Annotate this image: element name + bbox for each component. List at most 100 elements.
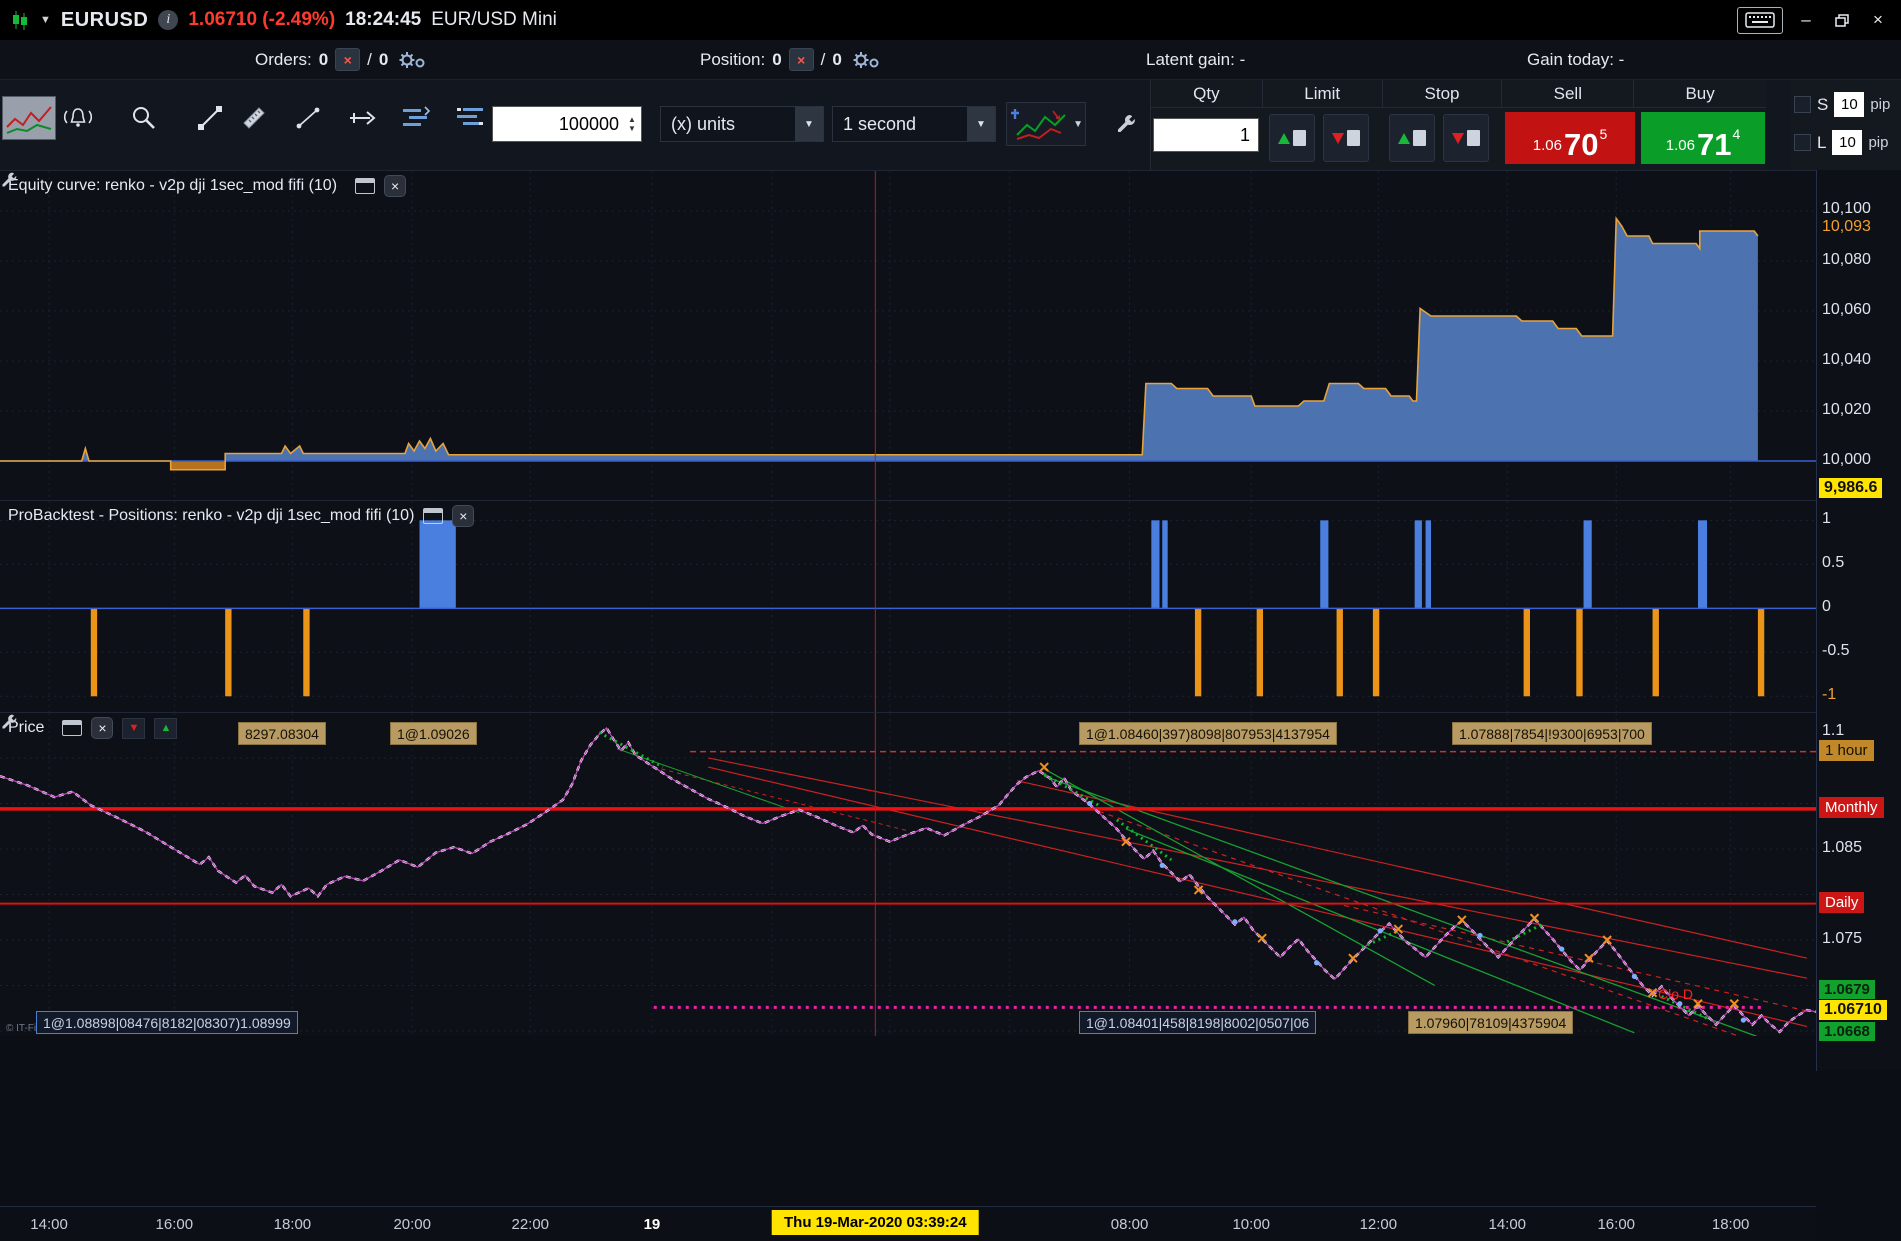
trade-label-badge: 1.07888|7854|!9300|6953|700 xyxy=(1452,722,1652,745)
instrument-candles-icon[interactable] xyxy=(10,9,30,31)
position-settings-gears-icon[interactable] xyxy=(849,48,883,72)
orders-label: Orders: xyxy=(255,49,312,69)
time-label: 18:00 xyxy=(273,1216,312,1233)
toolbar: ▲▼ (x) units ▼ 1 second ▼ ▼ xyxy=(0,80,1901,170)
time-label: 16:00 xyxy=(155,1216,194,1233)
quantity-stepper[interactable]: ▲ ▼ xyxy=(623,107,641,141)
svg-text:Clo D: Clo D xyxy=(1658,986,1693,1002)
position-count: 0 xyxy=(772,49,782,69)
stop-sell-button[interactable] xyxy=(1443,114,1489,162)
minimize-button[interactable]: – xyxy=(1793,9,1819,31)
trade-panel: Qty Limit Stop Sell Buy 1.06705 xyxy=(1150,80,1766,170)
stop-header: Stop xyxy=(1383,80,1503,107)
gain-today-text: Gain today: - xyxy=(1527,49,1625,69)
stop-buy-button[interactable] xyxy=(1389,114,1435,162)
axis-label: 10,020 xyxy=(1822,401,1871,418)
price-close-icon[interactable]: × xyxy=(91,717,114,739)
positions-close-icon[interactable]: × xyxy=(452,505,475,527)
positions-panel-header: ProBacktest - Positions: renko - v2p dji… xyxy=(0,501,475,531)
time-label: 10:00 xyxy=(1232,1216,1270,1233)
stop-order-buttons xyxy=(1389,114,1489,162)
trade-label-badge: 1@1.08898|08476|8182|08307)1.08999 xyxy=(36,1011,298,1034)
price-chart[interactable]: Clo D xyxy=(0,713,1816,1036)
limit-order-buttons xyxy=(1269,114,1369,162)
trade-label-badge: 1@1.09026 xyxy=(390,722,477,745)
units-dropdown[interactable]: (x) units ▼ xyxy=(660,106,824,142)
time-label: 12:00 xyxy=(1359,1216,1398,1233)
axis-label: 10,100 xyxy=(1822,200,1871,217)
time-label: 08:00 xyxy=(1110,1216,1149,1233)
axis-label: 1.0679 xyxy=(1819,980,1875,999)
positions-window-icon[interactable] xyxy=(423,508,444,524)
info-icon[interactable]: i xyxy=(158,10,179,30)
positions-chart[interactable] xyxy=(0,501,1816,712)
equity-close-icon[interactable]: × xyxy=(384,175,407,197)
limit-value-input[interactable]: 10 xyxy=(1832,130,1863,155)
chart-stack: Equity curve: renko - v2p dji 1sec_mod f… xyxy=(0,170,1816,1241)
chart-style-caret-icon[interactable]: ▼ xyxy=(1073,119,1083,130)
alert-bell-icon[interactable] xyxy=(58,98,98,138)
stop-loss-value-input[interactable]: 10 xyxy=(1834,92,1865,117)
axis-label: 10,040 xyxy=(1822,351,1871,368)
sell-marker-icon[interactable]: ▼ xyxy=(122,717,146,739)
orders-settings-gears-icon[interactable] xyxy=(395,48,429,72)
axis-label: Monthly xyxy=(1819,797,1884,818)
stop-loss-label: S xyxy=(1817,94,1829,114)
trendline-tool-icon[interactable] xyxy=(190,98,230,138)
positions-panel[interactable]: ProBacktest - Positions: renko - v2p dji… xyxy=(0,500,1816,712)
buy-marker-icon[interactable]: ▲ xyxy=(154,717,178,739)
equity-chart[interactable] xyxy=(0,171,1816,500)
symbol-name: EURUSD xyxy=(60,8,149,31)
zoom-magnifier-icon[interactable] xyxy=(124,98,164,138)
limit-buy-button[interactable] xyxy=(1269,114,1315,162)
time-label: 22:00 xyxy=(511,1216,550,1233)
buy-button[interactable]: 1.06 71 4 xyxy=(1641,112,1765,164)
position-pending-count: 0 xyxy=(832,49,842,69)
orders-pending-count: 0 xyxy=(378,49,389,69)
time-label: 16:00 xyxy=(1597,1216,1636,1233)
qty-header: Qty xyxy=(1151,80,1263,107)
clock: 18:24:45 xyxy=(345,9,422,30)
trade-qty-input[interactable] xyxy=(1153,118,1259,152)
sell-price-fraction: 5 xyxy=(1599,126,1608,142)
quantity-input[interactable] xyxy=(493,113,623,135)
axis-label: 10,093 xyxy=(1822,218,1871,235)
order-levels-icon[interactable] xyxy=(396,98,436,138)
chart-style-selector[interactable]: ▼ xyxy=(1006,102,1086,146)
limit-checkbox[interactable] xyxy=(1794,134,1811,151)
latent-gain-text: Latent gain: - xyxy=(1146,49,1246,69)
equity-window-icon[interactable] xyxy=(355,178,376,194)
close-position-icon[interactable]: × xyxy=(788,48,814,71)
trading-app: ▼ EURUSD i 1.06710 (-2.49%) 18:24:45 EUR… xyxy=(0,0,1901,1241)
buy-price-prefix: 1.06 xyxy=(1665,137,1695,154)
ruler-tool-icon[interactable] xyxy=(234,98,274,138)
price-window-icon[interactable] xyxy=(62,720,83,736)
price-panel[interactable]: Clo D Price × ▼ ▲ © IT-Finance.com Data … xyxy=(0,712,1816,1036)
chart-preview-icon[interactable] xyxy=(2,96,56,140)
limit-sell-button[interactable] xyxy=(1323,114,1369,162)
restore-button[interactable] xyxy=(1829,9,1855,31)
axis-label: 1.06710 xyxy=(1819,1000,1887,1020)
timeframe-dropdown[interactable]: 1 second ▼ xyxy=(832,106,996,142)
equity-curve-panel[interactable]: Equity curve: renko - v2p dji 1sec_mod f… xyxy=(0,170,1816,500)
equity-panel-header: Equity curve: renko - v2p dji 1sec_mod f… xyxy=(0,171,407,201)
horizontal-line-tool-icon[interactable] xyxy=(342,98,382,138)
stop-loss-row: S 10 pip xyxy=(1794,92,1890,117)
last-price-change: 1.06710 (-2.49%) xyxy=(188,9,336,30)
close-button[interactable]: × xyxy=(1865,9,1891,31)
stop-loss-checkbox[interactable] xyxy=(1794,96,1811,113)
sell-button[interactable]: 1.06 70 5 xyxy=(1505,112,1635,164)
axis-label: Daily xyxy=(1819,892,1865,913)
timeframe-dropdown-caret-icon[interactable]: ▼ xyxy=(967,107,995,141)
keyboard-icon[interactable] xyxy=(1737,6,1783,34)
instrument-dropdown-caret[interactable]: ▼ xyxy=(40,14,51,26)
toolbar-settings-wrench-icon[interactable] xyxy=(1108,106,1144,142)
order-book-icon[interactable] xyxy=(450,98,490,138)
price-panel-header: Price × ▼ ▲ xyxy=(0,713,178,743)
time-axis[interactable]: 14:00 16:00 18:00 20:00 22:00 19 08:00 10:00 12:… xyxy=(0,1206,1816,1241)
units-dropdown-caret-icon[interactable]: ▼ xyxy=(795,107,823,141)
buy-price-pips: 71 xyxy=(1696,126,1732,162)
segment-tool-icon[interactable] xyxy=(288,98,328,138)
cancel-orders-icon[interactable]: × xyxy=(335,48,361,71)
price-axis-column[interactable]: 10,100 10,093 10,080 10,060 10,040 10,020 10,0… xyxy=(1816,170,1901,1071)
